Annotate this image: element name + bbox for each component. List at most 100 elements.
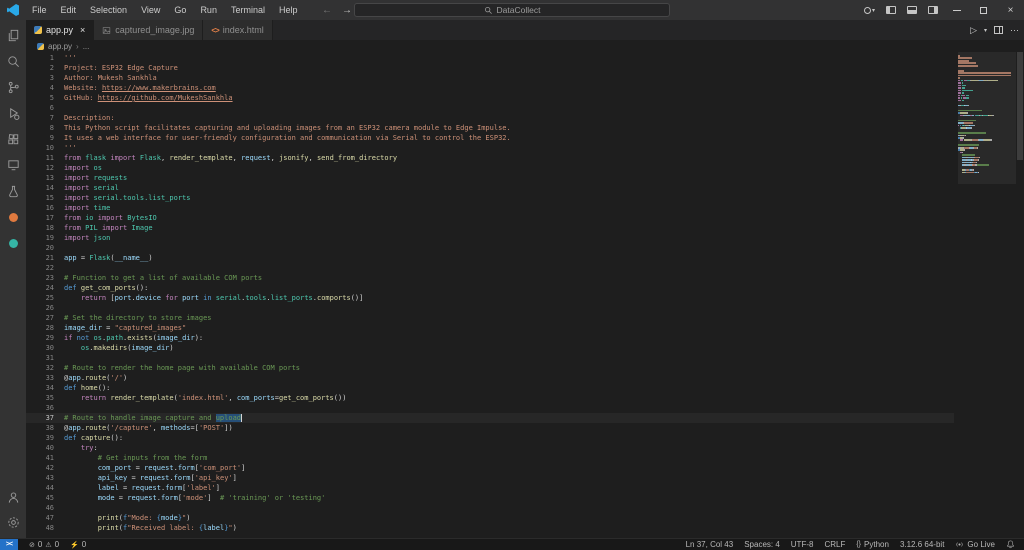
code-line-26[interactable]: 26 [26,303,954,313]
menu-go[interactable]: Go [167,0,193,20]
toggle-panel-icon[interactable] [901,0,922,20]
code-line-19[interactable]: 19 import json [26,233,954,243]
code-line-7[interactable]: 7 Description: [26,113,954,123]
split-editor-icon[interactable] [994,26,1003,34]
code-line-32[interactable]: 32 # Route to render the home page with a… [26,363,954,373]
encoding[interactable]: UTF-8 [791,540,814,549]
more-actions-icon[interactable]: ⋯ [1010,25,1019,36]
code-line-41[interactable]: 41 # Get inputs from the form [26,453,954,463]
close-tab-icon[interactable]: × [80,25,85,35]
run-python-file-button[interactable]: ▷ [970,25,977,36]
close-button[interactable]: × [997,0,1024,20]
menu-selection[interactable]: Selection [83,0,134,20]
search-icon[interactable] [5,53,21,69]
code-line-21[interactable]: 21 app = Flask(__name__) [26,253,954,263]
code-line-15[interactable]: 15 import serial.tools.list_ports [26,193,954,203]
back-icon[interactable]: ← [322,5,332,16]
code-line-39[interactable]: 39 def capture(): [26,433,954,443]
menu-edit[interactable]: Edit [54,0,84,20]
code-line-25[interactable]: 25 return [port.device for port in seria… [26,293,954,303]
tab-app-py[interactable]: app.py × [26,20,95,40]
code-line-40[interactable]: 40 try: [26,443,954,453]
editor[interactable]: 1 ''' 2 Project: ESP32 Edge Capture 3 Author:… [26,52,1024,538]
code-line-46[interactable]: 46 [26,503,954,513]
code-line-24[interactable]: 24 def get_com_ports(): [26,283,954,293]
menu-file[interactable]: File [25,0,54,20]
code-line-43[interactable]: 43 api_key = request.form['api_key'] [26,473,954,483]
code-line-5[interactable]: 5 GitHub: https://github.com/MukeshSankhl… [26,93,954,103]
code-line-47[interactable]: 47 print(f"Mode: {mode}") [26,513,954,523]
code-line-35[interactable]: 35 return render_template('index.html', … [26,393,954,403]
code-line-34[interactable]: 34 def home(): [26,383,954,393]
source-control-icon[interactable] [5,79,21,95]
eol-indicator[interactable]: CRLF [824,540,845,549]
indentation[interactable]: Spaces: 4 [744,540,780,549]
menu-terminal[interactable]: Terminal [224,0,272,20]
code-line-48[interactable]: 48 print(f"Received label: {label}") [26,523,954,533]
code-line-30[interactable]: 30 os.makedirs(image_dir) [26,343,954,353]
python-interpreter[interactable]: 3.12.6 64-bit [900,540,944,549]
code-line-4[interactable]: 4 Website: https://www.makerbrains.com [26,83,954,93]
maximize-button[interactable] [970,0,997,20]
scrollbar-thumb[interactable] [1017,52,1023,160]
code-line-3[interactable]: 3 Author: Mukesh Sankhla [26,73,954,83]
run-dropdown-icon[interactable]: ▾ [984,27,987,34]
code-line-38[interactable]: 38 @app.route('/capture', methods=['POST'… [26,423,954,433]
run-debug-icon[interactable] [5,105,21,121]
toggle-secondary-sidebar-icon[interactable] [922,0,943,20]
menu-view[interactable]: View [134,0,167,20]
ports-indicator[interactable]: ⚡ 0 [70,540,86,549]
editor-scrollbar[interactable] [1016,52,1024,538]
cursor-position[interactable]: Ln 37, Col 43 [686,540,734,549]
code-line-22[interactable]: 22 [26,263,954,273]
command-center[interactable]: DataCollect [354,3,670,17]
code-line-13[interactable]: 13 import requests [26,173,954,183]
extensions-icon[interactable] [5,131,21,147]
jupyter-icon[interactable] [5,209,21,225]
forward-icon[interactable]: → [342,5,352,16]
code-line-9[interactable]: 9 It uses a web interface for user-friend… [26,133,954,143]
code-line-36[interactable]: 36 [26,403,954,413]
code-line-27[interactable]: 27 # Set the directory to store images [26,313,954,323]
testing-beaker-icon[interactable] [5,183,21,199]
settings-gear-icon[interactable] [5,514,21,530]
code-line-1[interactable]: 1 ''' [26,53,954,63]
code-line-20[interactable]: 20 [26,243,954,253]
code-line-29[interactable]: 29 if not os.path.exists(image_dir): [26,333,954,343]
code-line-45[interactable]: 45 mode = request.form['mode'] # 'traini… [26,493,954,503]
code-line-2[interactable]: 2 Project: ESP32 Edge Capture [26,63,954,73]
go-live-button[interactable]: Go Live [955,540,995,549]
minimap[interactable] [958,52,1016,538]
docker-icon[interactable] [5,235,21,251]
code-line-16[interactable]: 16 import time [26,203,954,213]
problems-indicator[interactable]: ⊘ 0 ⚠ 0 [29,540,59,549]
breadcrumb-file[interactable]: app.py [48,42,72,51]
copilot-icon[interactable]: ▾ [859,0,880,20]
minimize-button[interactable] [943,0,970,20]
account-icon[interactable] [5,489,21,505]
toggle-sidebar-icon[interactable] [880,0,901,20]
code-line-23[interactable]: 23 # Function to get a list of available … [26,273,954,283]
code-line-28[interactable]: 28 image_dir = "captured_images" [26,323,954,333]
tab-captured-image-jpg[interactable]: captured_image.jpg [94,20,204,40]
code-line-17[interactable]: 17 from io import BytesIO [26,213,954,223]
code-line-11[interactable]: 11 from flask import Flask, render_templa… [26,153,954,163]
menu-help[interactable]: Help [272,0,305,20]
tab-index-html[interactable]: <> index.html [203,20,273,40]
explorer-icon[interactable] [5,27,21,43]
code-line-37[interactable]: 37 # Route to handle image capture and up… [26,413,954,423]
remote-indicator[interactable]: >< [0,539,18,550]
code-line-10[interactable]: 10 ''' [26,143,954,153]
code-line-6[interactable]: 6 [26,103,954,113]
code-line-31[interactable]: 31 [26,353,954,363]
menu-run[interactable]: Run [193,0,224,20]
notifications-bell[interactable] [1006,540,1015,549]
code-line-42[interactable]: 42 com_port = request.form['com_port'] [26,463,954,473]
code-line-18[interactable]: 18 from PIL import Image [26,223,954,233]
code-line-8[interactable]: 8 This Python script facilitates capturin… [26,123,954,133]
code-line-12[interactable]: 12 import os [26,163,954,173]
language-mode[interactable]: {} Python [856,540,889,549]
code-line-14[interactable]: 14 import serial [26,183,954,193]
breadcrumb-more[interactable]: ... [83,42,90,51]
remote-explorer-icon[interactable] [5,157,21,173]
